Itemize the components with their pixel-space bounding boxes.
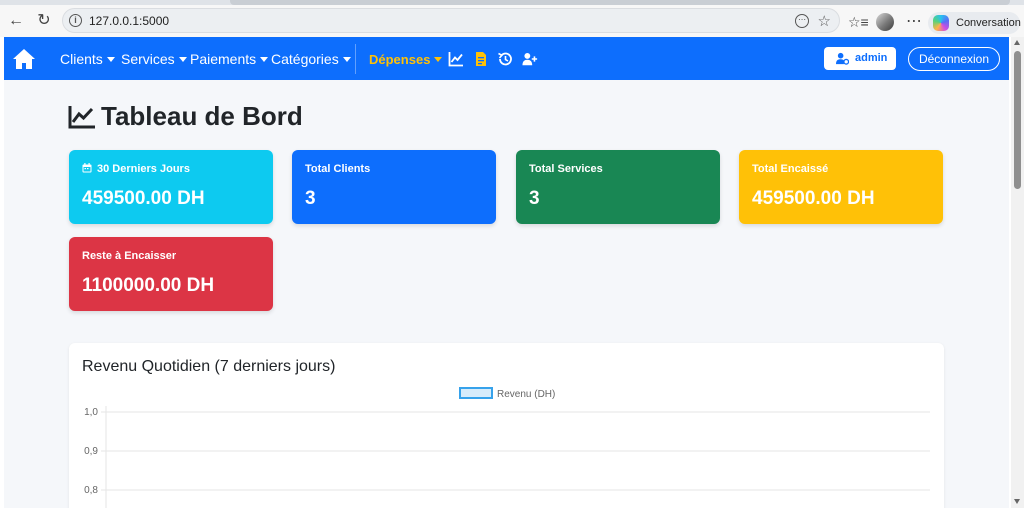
reload-icon[interactable]: ↻ (34, 11, 54, 31)
y-tick-label: 1,0 (84, 407, 98, 418)
nav-paiements[interactable]: Paiements (190, 51, 269, 67)
card-value: 3 (305, 188, 316, 209)
conversation-label: Conversation (956, 17, 1021, 29)
y-tick-label: 0,9 (84, 446, 98, 457)
scrollbar-thumb[interactable] (1014, 51, 1021, 189)
user-gear-icon (836, 52, 849, 65)
address-bar[interactable]: i 127.0.0.1:5000 ⋯ ☆ (62, 8, 840, 33)
page-title: Tableau de Bord (101, 101, 303, 131)
revenue-chart: Revenu (DH) 1,0 0,9 0,8 (84, 387, 930, 508)
card-value: 1100000.00 DH (82, 275, 215, 296)
card-30-days: 30 Derniers Jours 459500.00 DH (69, 150, 273, 224)
admin-button[interactable]: admin (824, 47, 896, 70)
more-options-icon[interactable]: ⋯ (906, 11, 922, 31)
page-viewport: Clients Services Paiements Catégories Dé… (4, 37, 1009, 508)
card-reste-a-encaisser: Reste à Encaisser 1100000.00 DH (69, 237, 273, 311)
site-info-icon[interactable]: i (69, 14, 82, 27)
card-value: 3 (529, 188, 540, 209)
nav-depenses[interactable]: Dépenses (369, 52, 443, 67)
user-plus-icon[interactable] (522, 51, 538, 67)
admin-label: admin (855, 52, 888, 64)
chart-line-icon (68, 106, 95, 129)
conversation-button[interactable]: Conversation (928, 12, 1021, 34)
card-total-clients: Total Clients 3 (292, 150, 496, 224)
chevron-down-icon (342, 57, 351, 62)
card-total-encaisse: Total Encaissé 459500.00 DH (739, 150, 943, 224)
y-grid: 1,0 0,9 0,8 (84, 407, 930, 496)
chevron-down-icon (178, 57, 187, 62)
address-url[interactable]: 127.0.0.1:5000 (89, 14, 169, 28)
page-scrollbar[interactable] (1011, 37, 1024, 508)
browser-toolbar: ← ↻ i 127.0.0.1:5000 ⋯ ☆ ☆≡ ⋯ Conversati… (0, 5, 1024, 37)
card-title: 30 Derniers Jours (82, 163, 190, 175)
chevron-down-icon (260, 57, 269, 62)
card-title: Reste à Encaisser (82, 250, 177, 262)
navbar: Clients Services Paiements Catégories Dé… (4, 37, 1009, 80)
favorites-list-icon[interactable]: ☆≡ (848, 14, 869, 31)
file-invoice-icon[interactable] (473, 51, 489, 67)
card-title: Total Encaissé (752, 163, 829, 175)
logout-button[interactable]: Déconnexion (908, 47, 1000, 71)
chevron-down-icon (434, 57, 443, 62)
profile-avatar[interactable] (876, 13, 894, 31)
copilot-icon (933, 15, 949, 31)
revenue-chart-panel: Revenu Quotidien (7 derniers jours) Reve… (69, 343, 944, 508)
nav-divider (355, 44, 356, 74)
chevron-down-icon (106, 57, 115, 62)
legend-swatch[interactable] (459, 387, 493, 399)
history-icon[interactable] (497, 51, 513, 67)
chart-line-icon[interactable] (448, 51, 464, 67)
home-icon[interactable] (12, 48, 36, 70)
nav-services[interactable]: Services (121, 51, 187, 67)
card-value: 459500.00 DH (752, 188, 875, 209)
nav-categories[interactable]: Catégories (271, 51, 351, 67)
y-tick-label: 0,8 (84, 485, 98, 496)
favorite-star-icon[interactable]: ☆ (818, 12, 831, 30)
calendar-icon (82, 163, 92, 173)
legend-label[interactable]: Revenu (DH) (497, 389, 555, 400)
nav-clients[interactable]: Clients (60, 51, 115, 67)
card-value: 459500.00 DH (82, 188, 205, 209)
card-total-services: Total Services 3 (516, 150, 720, 224)
read-mode-icon[interactable]: ⋯ (795, 14, 809, 28)
scroll-up-icon[interactable] (1014, 40, 1020, 45)
card-title: Total Services (529, 163, 603, 175)
back-icon[interactable]: ← (6, 11, 26, 31)
scroll-down-icon[interactable] (1014, 499, 1020, 504)
card-title: Total Clients (305, 163, 371, 175)
